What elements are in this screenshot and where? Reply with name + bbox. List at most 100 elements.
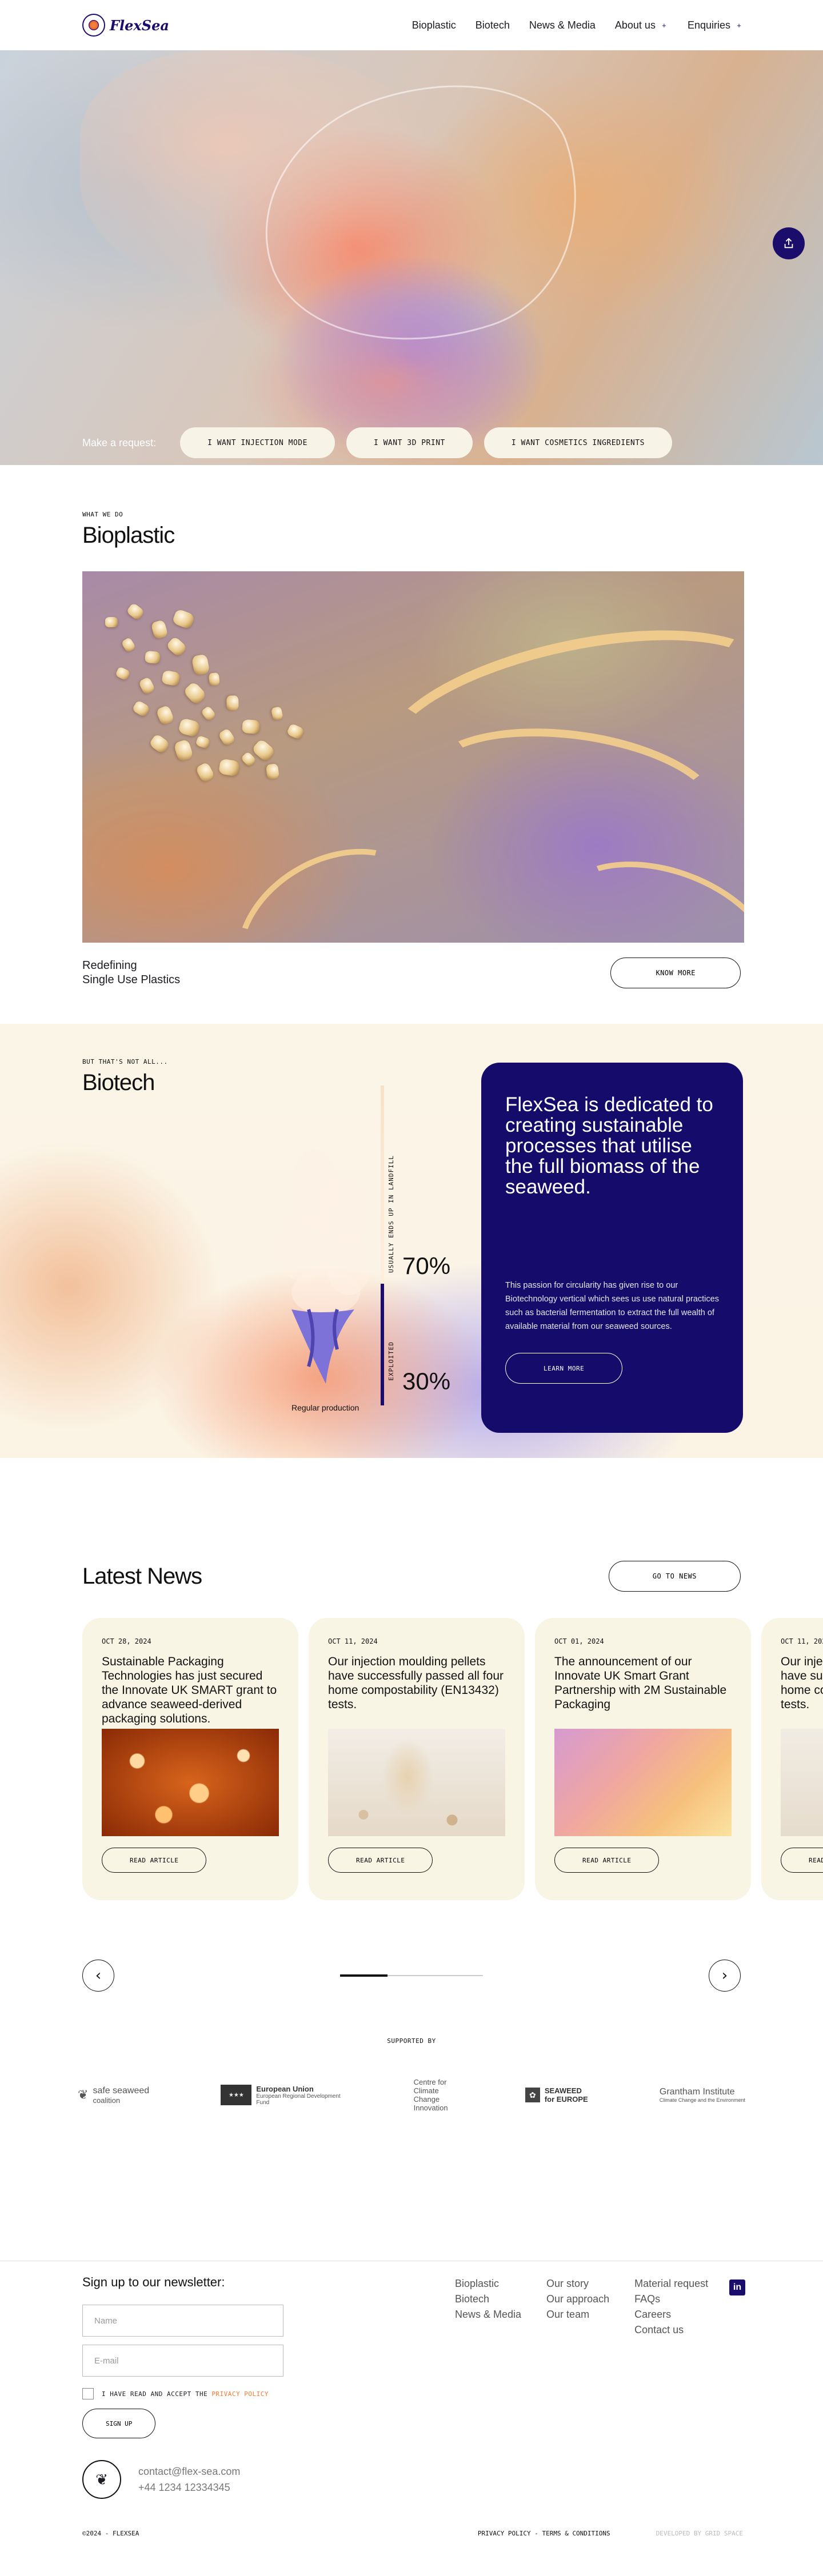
pellet: [182, 680, 207, 706]
pellet: [218, 758, 240, 777]
pellet: [271, 706, 283, 721]
supporters-section: SUPPORTED BY ❦ safe seaweed coalition ★★★…: [0, 1992, 823, 2112]
carousel-progress: [340, 1974, 483, 1977]
pellet: [226, 695, 239, 711]
supporter-logo-eu[interactable]: ★★★ European Union European Regional Deve…: [221, 2085, 342, 2106]
privacy-policy-link[interactable]: PRIVACY POLICY: [211, 2390, 269, 2398]
cosmetics-ingredients-button[interactable]: I WANT COSMETICS INGREDIENTS: [484, 427, 673, 458]
supporter-logo-grantham[interactable]: Grantham Institute Climate Change and the…: [660, 2087, 745, 2103]
footer-link[interactable]: Contact us: [634, 2322, 708, 2338]
pellet: [161, 670, 181, 687]
learn-more-button[interactable]: LEARN MORE: [505, 1353, 623, 1384]
share-button[interactable]: [773, 227, 805, 259]
nav-bioplastic[interactable]: Bioplastic: [412, 19, 456, 31]
logo-mark-icon: [82, 14, 105, 37]
nav-enquiries[interactable]: Enquiries +: [688, 19, 743, 31]
nav-news-media[interactable]: News & Media: [529, 19, 596, 31]
seaweed-branch-shape: [207, 815, 460, 943]
footer-link[interactable]: Our team: [546, 2307, 609, 2322]
copyright: ©2024 - FLEXSEA: [82, 2530, 139, 2537]
footer-link[interactable]: Our story: [546, 2276, 609, 2291]
biotech-card-title: FlexSea is dedicated to creating sustain…: [505, 1093, 713, 1198]
news-image-bubbles: [102, 1729, 279, 1836]
request-label: Make a request:: [82, 436, 157, 448]
linkedin-icon[interactable]: in: [729, 2279, 745, 2295]
carousel-progress-fill: [340, 1974, 387, 1977]
news-card[interactable]: OCT 11, 2024 Our injection moulding pell…: [309, 1618, 525, 1900]
bioplastic-footer: Redefining Single Use Plastics KNOW MORE: [82, 958, 741, 988]
read-article-button[interactable]: READ ARTICLE: [102, 1848, 207, 1873]
news-image-gradient: [554, 1729, 732, 1836]
footer-link[interactable]: Bioplastic: [455, 2276, 521, 2291]
nav-label: About us: [614, 19, 656, 31]
contact-phone[interactable]: +44 1234 12334345: [138, 2479, 240, 2495]
news-date: OCT 11, 2024: [328, 1637, 378, 1645]
exploited-bar: [381, 1284, 384, 1405]
injection-mode-button[interactable]: I WANT INJECTION MODE: [180, 427, 335, 458]
logo[interactable]: FlexSea: [82, 14, 169, 37]
next-arrow-button[interactable]: ›: [709, 1960, 741, 1992]
developer-credit[interactable]: DEVELOPED BY GRID SPACE: [656, 2530, 743, 2537]
know-more-button[interactable]: KNOW MORE: [610, 958, 741, 988]
logo-name: safe seaweed: [93, 2085, 150, 2096]
section-eyebrow: WHAT WE DO: [82, 511, 123, 518]
pellet: [115, 666, 131, 681]
news-header: Latest News GO TO NEWS: [0, 1561, 823, 1592]
footer-col-about: Our story Our approach Our team: [546, 2276, 609, 2338]
read-article-button[interactable]: READ ARTICLE: [554, 1848, 660, 1873]
3d-print-button[interactable]: I WANT 3D PRINT: [346, 427, 473, 458]
news-card[interactable]: OCT 01, 2024 The announcement of our Inn…: [535, 1618, 751, 1900]
go-to-news-button[interactable]: GO TO NEWS: [608, 1561, 741, 1592]
pellet: [178, 718, 201, 738]
sign-up-button[interactable]: SIGN UP: [82, 2409, 156, 2438]
pellet: [165, 636, 188, 658]
supporter-logo-safe-seaweed[interactable]: ❦ safe seaweed coalition: [78, 2086, 149, 2105]
pellet: [131, 699, 151, 718]
pellet: [173, 739, 194, 762]
pellet: [191, 654, 210, 676]
prev-arrow-button[interactable]: ‹: [82, 1960, 114, 1992]
seaweed-leaf-icon: ❦: [78, 2088, 89, 2102]
main-nav: Bioplastic Biotech News & Media About us…: [412, 19, 743, 31]
consent-checkbox[interactable]: [82, 2388, 94, 2399]
supporter-logo-c3i[interactable]: Centre for Climate Change Innovation: [414, 2078, 454, 2112]
exploited-percent: 30%: [402, 1368, 451, 1395]
footer-link[interactable]: Biotech: [455, 2291, 521, 2307]
email-field[interactable]: E-mail: [82, 2345, 283, 2377]
contact-email[interactable]: contact@flex-sea.com: [138, 2463, 240, 2479]
news-title: Our injection moulding pellets have succ…: [328, 1655, 504, 1711]
footer-link[interactable]: Careers: [634, 2307, 708, 2322]
seaweed-europe-icon: ✿: [525, 2088, 540, 2102]
footer-link[interactable]: Material request: [634, 2276, 708, 2291]
pellet: [201, 705, 217, 722]
hero: Make a request: I WANT INJECTION MODE I …: [0, 50, 823, 465]
news-card[interactable]: OCT 11, 2024 Our injection moulding pell…: [761, 1618, 823, 1900]
caption-line: Single Use Plastics: [82, 973, 181, 986]
footer-link[interactable]: Our approach: [546, 2291, 609, 2307]
pellet: [138, 676, 156, 695]
supporter-logo-seaweed-europe[interactable]: ✿ SEAWEED for EUROPE: [525, 2086, 588, 2104]
read-article-button[interactable]: READ ARTICLE: [328, 1848, 433, 1873]
pellet: [209, 672, 220, 686]
nav-about-us[interactable]: About us +: [615, 19, 668, 31]
section-eyebrow: BUT THAT'S NOT ALL...: [82, 1058, 168, 1065]
read-article-button[interactable]: READ ARTICLE: [781, 1848, 823, 1873]
nav-label: Biotech: [475, 19, 510, 31]
landfill-bar: [381, 1085, 384, 1309]
consent-label: I HAVE READ AND ACCEPT THE: [102, 2390, 208, 2398]
pellet: [241, 751, 257, 767]
legal-links[interactable]: PRIVACY POLICY - TERMS & CONDITIONS: [478, 2530, 610, 2537]
news-card[interactable]: OCT 28, 2024 Sustainable Packaging Techn…: [82, 1618, 298, 1900]
pellet: [195, 762, 215, 783]
news-title: The announcement of our Innovate UK Smar…: [554, 1655, 727, 1711]
footer-link[interactable]: News & Media: [455, 2307, 521, 2322]
share-icon: [784, 238, 793, 249]
pellet: [121, 636, 137, 653]
pellet: [171, 608, 195, 630]
news-title: Our injection moulding pellets have succ…: [781, 1655, 823, 1711]
footer-link[interactable]: FAQs: [634, 2291, 708, 2307]
seaweed-illustration: [274, 1149, 371, 1384]
name-field[interactable]: Name: [82, 2305, 283, 2337]
pellet: [155, 704, 175, 726]
nav-biotech[interactable]: Biotech: [476, 19, 510, 31]
